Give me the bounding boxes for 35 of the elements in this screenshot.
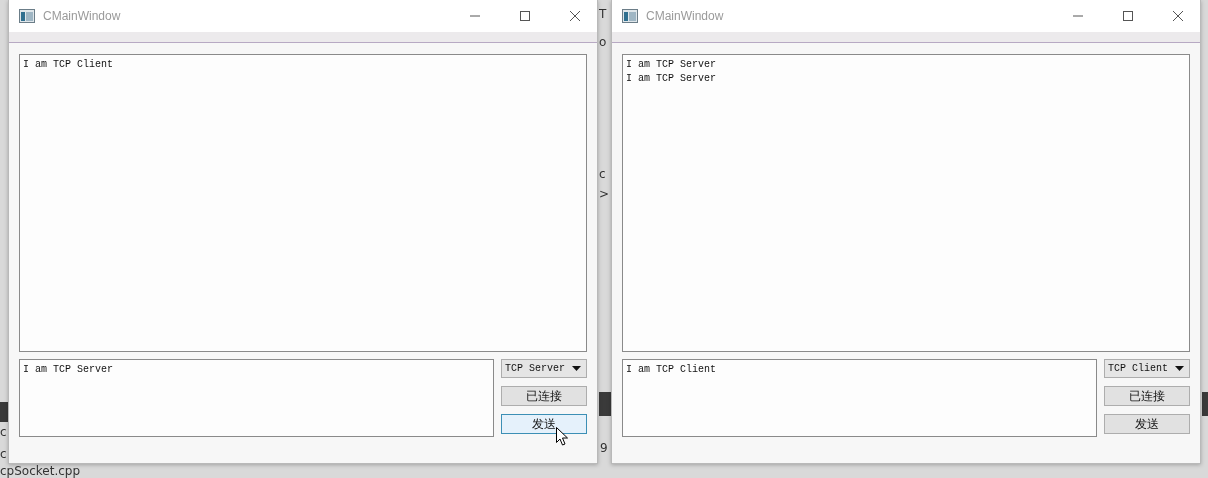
message-log[interactable]: I am TCP Client xyxy=(19,54,587,352)
background-text: c xyxy=(0,448,7,460)
message-log[interactable]: I am TCP Server I am TCP Server xyxy=(622,54,1190,352)
window-icon xyxy=(622,9,638,23)
close-icon[interactable] xyxy=(1172,10,1184,22)
caret-icon xyxy=(572,366,581,371)
caret-icon xyxy=(1175,366,1184,371)
close-icon[interactable] xyxy=(569,10,581,22)
background-text: T xyxy=(599,8,607,20)
background-text: c xyxy=(599,168,606,180)
log-line: I am TCP Server xyxy=(626,72,717,86)
log-line: I am TCP Client xyxy=(23,58,114,72)
background-text: > xyxy=(599,188,610,200)
background-text: o xyxy=(599,36,607,48)
window-title: CMainWindow xyxy=(646,9,724,23)
mode-dropdown[interactable]: TCP Server xyxy=(501,359,587,378)
action-button[interactable]: 发送 xyxy=(501,414,587,434)
action-button[interactable]: 已连接 xyxy=(1104,386,1190,406)
background-text: 9 xyxy=(600,442,608,454)
background-text: cpSocket.cpp xyxy=(0,465,81,477)
background-panel xyxy=(599,392,611,416)
maximize-icon[interactable] xyxy=(1122,10,1134,22)
background-text: c xyxy=(0,426,7,438)
message-input[interactable]: I am TCP Client xyxy=(622,359,1097,437)
window-icon xyxy=(19,9,35,23)
action-button[interactable]: 发送 xyxy=(1104,414,1190,434)
action-button[interactable]: 已连接 xyxy=(501,386,587,406)
background-panel xyxy=(1202,392,1208,416)
log-line: I am TCP Server xyxy=(626,58,717,72)
mode-dropdown[interactable]: TCP Client xyxy=(1104,359,1190,378)
maximize-icon[interactable] xyxy=(519,10,531,22)
mouse-pointer-icon xyxy=(556,427,568,446)
window-title: CMainWindow xyxy=(43,9,121,23)
background-panel xyxy=(0,402,8,422)
message-input[interactable]: I am TCP Server xyxy=(19,359,494,437)
